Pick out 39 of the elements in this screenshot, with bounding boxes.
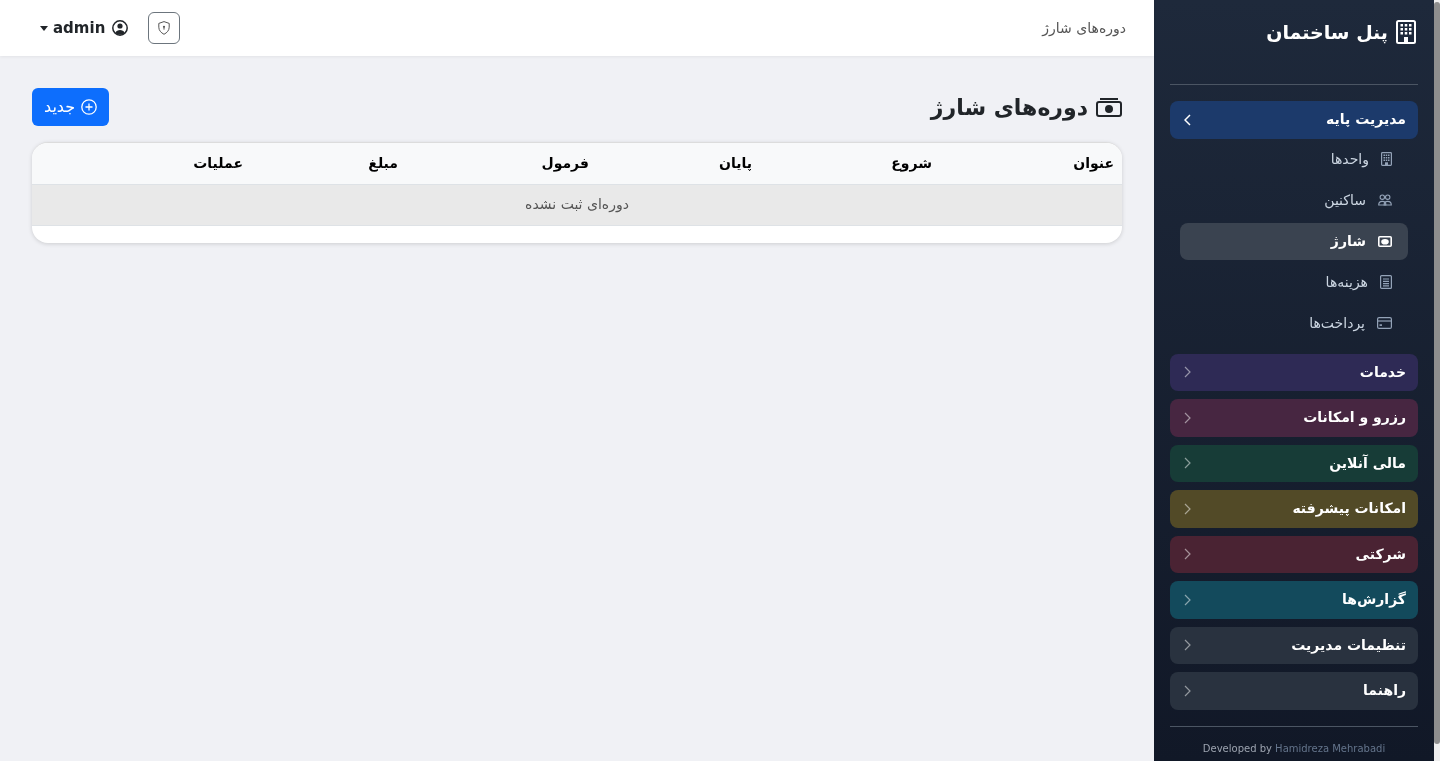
sidebar-item[interactable]: ساکنین bbox=[1180, 181, 1408, 219]
building-icon bbox=[1381, 152, 1392, 166]
empty-table-message: دوره‌ای ثبت نشده bbox=[32, 184, 1122, 225]
sidebar-brand-title: پنل ساختمان bbox=[1266, 19, 1388, 46]
user-avatar-icon bbox=[112, 20, 129, 36]
sidebar-item[interactable]: واحدها bbox=[1180, 140, 1408, 178]
plus-circle-icon bbox=[81, 99, 98, 115]
new-button[interactable]: جدید bbox=[32, 88, 110, 126]
sidebar-group-button[interactable]: امکانات پیشرفته bbox=[1170, 490, 1418, 528]
cash-icon bbox=[1096, 97, 1122, 117]
author-link[interactable]: Hamidreza Mehrabadi bbox=[1275, 742, 1386, 754]
column-header: فرمول bbox=[406, 143, 597, 184]
shield-icon bbox=[158, 21, 171, 35]
column-header: پایان bbox=[597, 143, 760, 184]
sidebar-group-button[interactable]: راهنما bbox=[1170, 672, 1418, 710]
sidebar-group-button[interactable]: مدیریت پایه bbox=[1170, 101, 1418, 139]
sidebar-group-button[interactable]: گزارش‌ها bbox=[1170, 581, 1418, 619]
column-header: عملیات bbox=[32, 143, 251, 184]
people-icon bbox=[1378, 194, 1392, 206]
column-header: مبلغ bbox=[251, 143, 406, 184]
sidebar-item[interactable]: شارژ bbox=[1180, 222, 1408, 260]
caret-down-icon bbox=[40, 25, 48, 31]
cash-icon bbox=[1378, 235, 1392, 247]
sidebar-group-button[interactable]: رزرو و امکانات bbox=[1170, 399, 1418, 437]
building-icon bbox=[1396, 20, 1416, 44]
receipt-icon bbox=[1380, 275, 1392, 289]
sidebar-group-button[interactable]: مالی آنلاین bbox=[1170, 444, 1418, 482]
page-title: دوره‌های شارژ bbox=[930, 93, 1088, 123]
column-header: عنوان bbox=[940, 143, 1122, 184]
credit-card-icon bbox=[1377, 317, 1392, 329]
page-breadcrumb-title: دوره‌های شارژ bbox=[1042, 18, 1126, 39]
sidebar-group-button[interactable]: خدمات bbox=[1170, 353, 1418, 391]
sidebar-item[interactable]: پرداخت‌ها bbox=[1180, 304, 1408, 342]
sidebar-group-button[interactable]: شرکتی bbox=[1170, 535, 1418, 573]
developer-credit: Developed by Hamidreza Mehrabadi bbox=[1201, 741, 1387, 755]
sidebar-group-button[interactable]: تنظیمات مدیریت bbox=[1170, 626, 1418, 664]
security-button[interactable] bbox=[148, 12, 181, 44]
sidebar-item[interactable]: هزینه‌ها bbox=[1180, 263, 1408, 301]
column-header: شروع bbox=[760, 143, 940, 184]
